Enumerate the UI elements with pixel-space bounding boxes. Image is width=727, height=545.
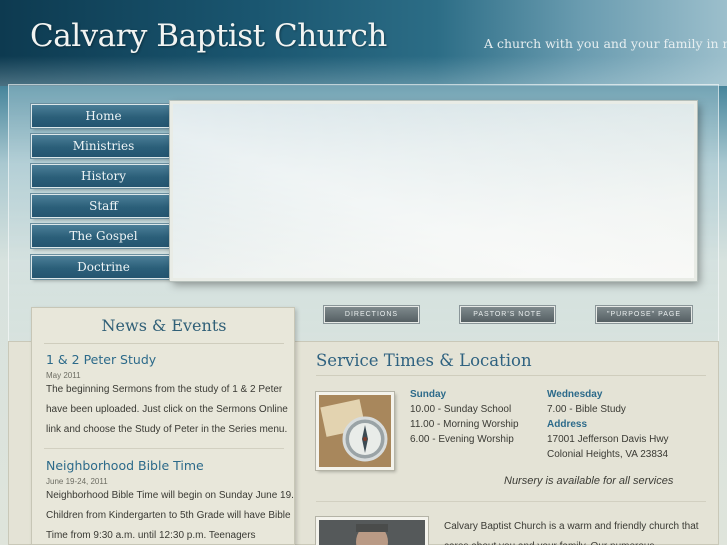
sunday-line: 6.00 - Evening Worship	[410, 434, 514, 445]
sunday-heading: Sunday	[410, 389, 447, 400]
service-times-title: Service Times & Location	[316, 351, 532, 370]
news-item-body: The beginning Sermons from the study of …	[46, 384, 288, 435]
news-item-title[interactable]: 1 & 2 Peter Study	[46, 352, 296, 367]
nursery-note: Nursery is available for all services	[504, 475, 674, 487]
sunday-line: 10.00 - Sunday School	[410, 404, 512, 415]
sunday-line: 11.00 - Morning Worship	[410, 419, 519, 430]
news-item: Neighborhood Bible Time June 19-24, 2011…	[46, 458, 296, 545]
nav-item-the-gospel[interactable]: The Gospel	[30, 223, 177, 249]
news-item-date: June 19-24, 2011	[46, 477, 108, 486]
news-events-title: News & Events	[101, 316, 227, 335]
sunday-schedule: Sunday 10.00 - Sunday School 11.00 - Mor…	[410, 387, 519, 447]
address-line: Colonial Heights, VA 23834	[547, 449, 669, 460]
compass-icon	[319, 395, 391, 467]
news-item: 1 & 2 Peter Study May 2011 The beginning…	[46, 352, 296, 440]
nav-item-doctrine[interactable]: Doctrine	[30, 254, 177, 280]
news-item-title[interactable]: Neighborhood Bible Time	[46, 458, 296, 473]
directions-button[interactable]: DIRECTIONS	[323, 305, 420, 324]
wednesday-line: 7.00 - Bible Study	[547, 404, 626, 415]
compass-and-map-image	[316, 392, 394, 470]
wednesday-and-address: Wednesday 7.00 - Bible Study Address 170…	[547, 387, 669, 462]
welcome-text: Calvary Baptist Church is a warm and fri…	[444, 521, 699, 545]
nav-item-history[interactable]: History	[30, 163, 177, 189]
news-item-date: May 2011	[46, 371, 81, 380]
wednesday-heading: Wednesday	[547, 389, 603, 400]
pastor-photo	[316, 517, 428, 545]
news-item-divider	[44, 448, 284, 449]
pastors-note-button[interactable]: PASTOR'S NOTE	[459, 305, 556, 324]
nav-item-ministries[interactable]: Ministries	[30, 133, 177, 159]
welcome-divider	[316, 501, 706, 502]
address-line: 17001 Jefferson Davis Hwy	[547, 434, 669, 445]
nav-item-home[interactable]: Home	[30, 103, 177, 129]
nav-item-staff[interactable]: Staff	[30, 193, 177, 219]
purpose-page-button[interactable]: "PURPOSE" PAGE	[595, 305, 693, 324]
hero-banner-image	[170, 101, 697, 281]
person-icon	[319, 520, 425, 545]
address-heading: Address	[547, 419, 588, 430]
news-divider	[44, 343, 284, 344]
news-events-panel: News & Events 1 & 2 Peter Study May 2011…	[31, 307, 295, 545]
section-divider	[316, 375, 706, 376]
site-title[interactable]: Calvary Baptist Church	[30, 18, 387, 54]
news-item-body: Neighborhood Bible Time will begin on Su…	[46, 490, 294, 541]
site-tagline: A church with you and your family in min…	[484, 36, 727, 51]
